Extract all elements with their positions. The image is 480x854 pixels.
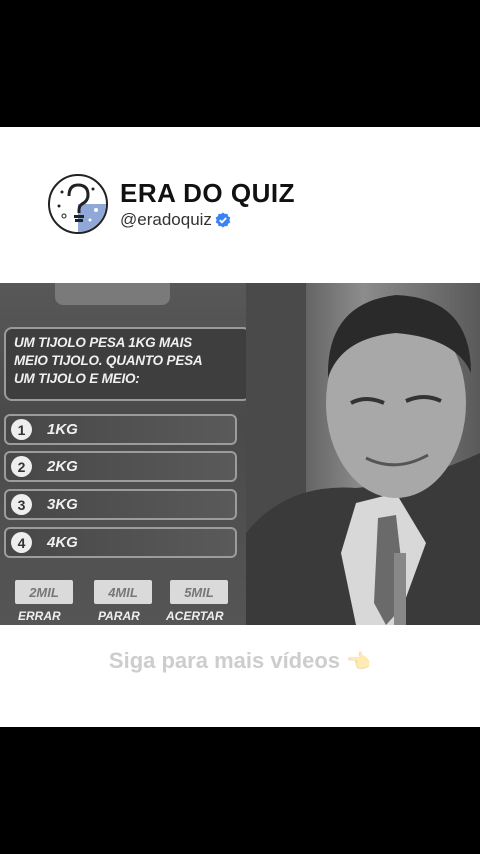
answer-option-2: 2 2KG [4, 451, 237, 482]
account-handle[interactable]: @eradoquiz [120, 210, 212, 230]
caption-text: Siga para mais vídeos [108, 648, 341, 673]
prize-label-acertar: ACERTAR [166, 609, 224, 623]
prize-amount-acertar: 5MIL [170, 580, 228, 604]
option-text: 3KG [47, 496, 78, 513]
quiz-panel: UM TIJOLO PESA 1KG MAIS MEIO TIJOLO. QUA… [0, 283, 251, 625]
answer-option-3: 3 3KG [4, 489, 237, 520]
prize-label-errar: ERRAR [18, 609, 61, 623]
option-text: 4KG [47, 534, 78, 551]
option-number: 1 [11, 419, 32, 440]
post-card: ERA DO QUIZ @eradoquiz UM TIJOLO PESA 1K… [0, 127, 480, 727]
answer-option-1: 1 1KG [4, 414, 237, 445]
option-number: 4 [11, 532, 32, 553]
video-player[interactable]: UM TIJOLO PESA 1KG MAIS MEIO TIJOLO. QUA… [0, 283, 480, 625]
show-logo [55, 283, 170, 305]
option-text: 1KG [47, 421, 78, 438]
follow-caption: Siga para mais vídeos 👈 [0, 648, 480, 674]
pointing-hand-icon: 👈 [346, 651, 372, 673]
prize-amount-parar: 4MIL [94, 580, 152, 604]
account-name[interactable]: ERA DO QUIZ [120, 178, 295, 208]
answer-option-4: 4 4KG [4, 527, 237, 558]
question-box: UM TIJOLO PESA 1KG MAIS MEIO TIJOLO. QUA… [4, 327, 251, 401]
option-number: 2 [11, 456, 32, 477]
account-header[interactable]: ERA DO QUIZ @eradoquiz [48, 174, 295, 234]
prize-amount-errar: 2MIL [15, 580, 73, 604]
option-number: 3 [11, 494, 32, 515]
question-line: MEIO TIJOLO. QUANTO PESA [14, 353, 203, 368]
question-line: UM TIJOLO E MEIO: [14, 371, 140, 386]
account-avatar[interactable] [48, 174, 108, 234]
option-text: 2KG [47, 458, 78, 475]
prize-label-parar: PARAR [98, 609, 140, 623]
verified-badge-icon [215, 212, 231, 228]
host-photo [246, 283, 480, 625]
question-line: UM TIJOLO PESA 1KG MAIS [14, 335, 192, 350]
question-mark-bulb-icon [50, 183, 106, 232]
